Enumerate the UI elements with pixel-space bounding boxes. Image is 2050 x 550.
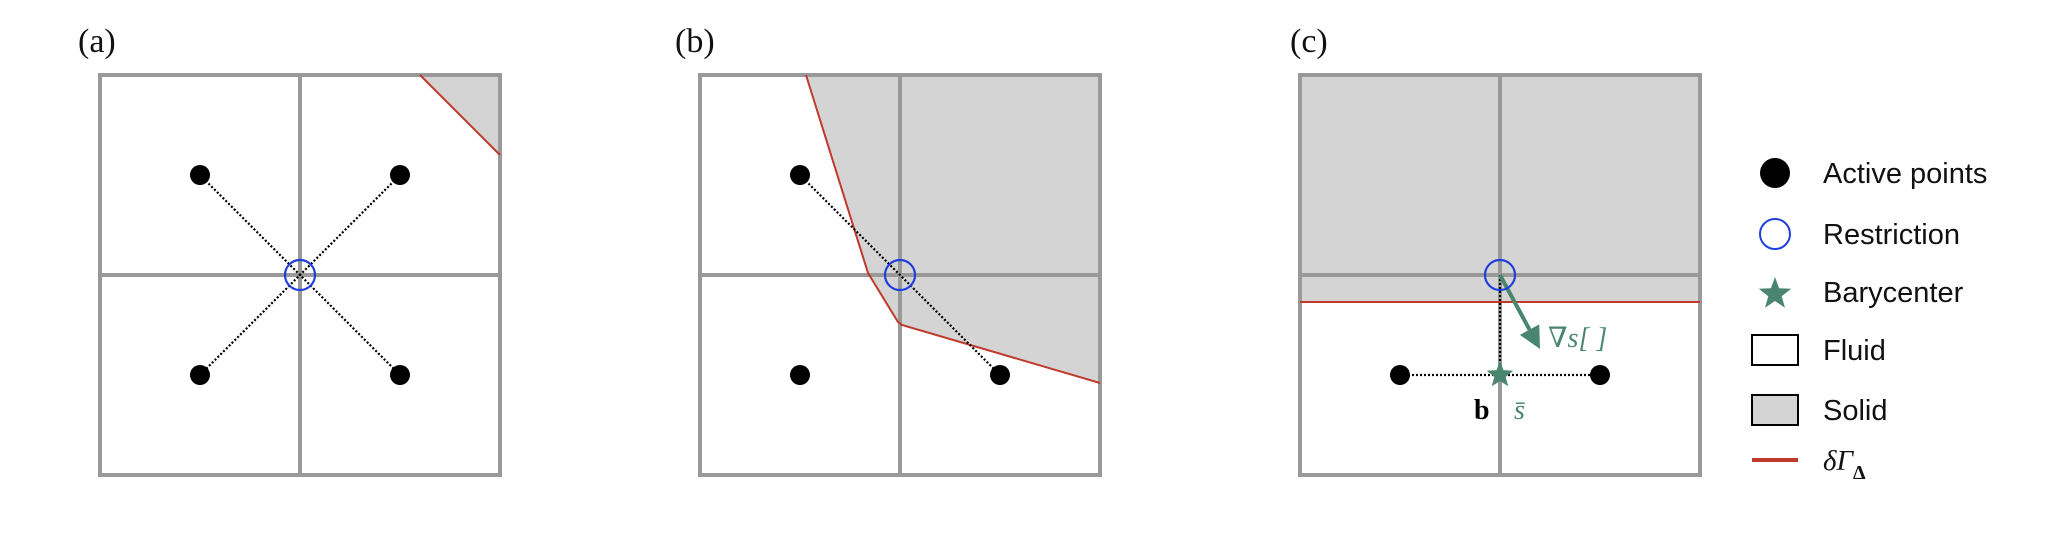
active-point xyxy=(390,165,410,185)
panel-c: (c) ∇s[ ] b s̄ xyxy=(1290,23,1702,477)
legend-label: Active points xyxy=(1823,158,1987,190)
legend-item: Barycenter xyxy=(1758,277,1964,309)
legend-label: Barycenter xyxy=(1823,277,1964,309)
panel-a: (a) xyxy=(78,23,502,477)
legend-label: Restriction xyxy=(1823,219,1960,251)
legend-label: Fluid xyxy=(1823,335,1886,367)
legend-item: δΓΔ xyxy=(1752,445,1866,484)
active-point xyxy=(190,165,210,185)
panel-label: (b) xyxy=(675,23,715,60)
sbar-label: s̄ xyxy=(1514,395,1525,426)
active-point xyxy=(1590,365,1610,385)
panel-b: (b) xyxy=(675,23,1102,477)
legend-label: Solid xyxy=(1823,395,1888,427)
panel-label: (a) xyxy=(78,23,116,60)
fluid-icon xyxy=(1751,334,1799,366)
legend-item: Restriction xyxy=(1759,218,1960,251)
legend-label: δΓΔ xyxy=(1823,445,1866,484)
legend-subscript: Δ xyxy=(1853,462,1866,484)
b-label: b xyxy=(1474,395,1490,426)
legend-item: Solid xyxy=(1751,394,1888,427)
legend: Active points Restriction Barycenter Fluid S… xyxy=(1751,158,1987,484)
figure: (a) (b) (c) ∇s[ ] b s̄ Active points Restricti… xyxy=(78,23,1987,484)
restriction-icon xyxy=(1759,218,1791,250)
panel-label: (c) xyxy=(1290,23,1328,60)
barycenter-icon xyxy=(1758,277,1792,308)
legend-item: Fluid xyxy=(1751,334,1886,367)
active-point-icon xyxy=(1760,158,1790,188)
solid-icon xyxy=(1751,394,1799,426)
active-point xyxy=(990,365,1010,385)
active-point xyxy=(1390,365,1410,385)
gradient-label: ∇s[ ] xyxy=(1548,323,1607,354)
active-point xyxy=(190,365,210,385)
active-point xyxy=(790,365,810,385)
active-point xyxy=(790,165,810,185)
active-point xyxy=(390,365,410,385)
legend-item: Active points xyxy=(1760,158,1987,190)
